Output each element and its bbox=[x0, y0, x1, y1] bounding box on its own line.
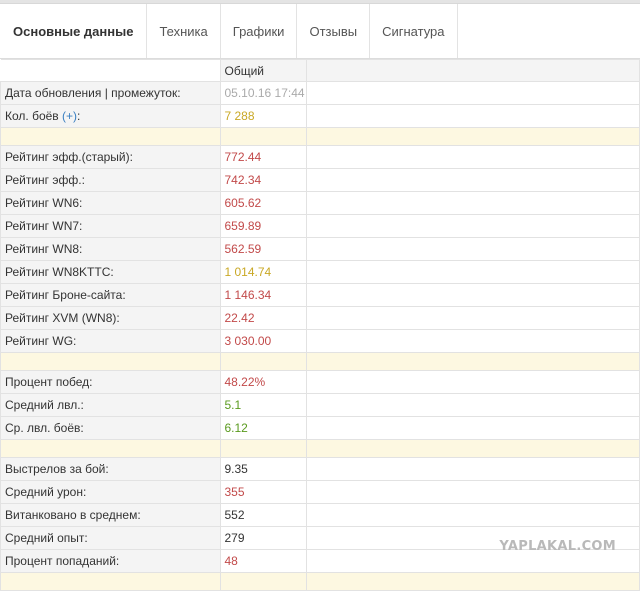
row-value: 48.22% bbox=[219, 370, 307, 394]
row-value: 772.44 bbox=[219, 145, 307, 169]
row-label: Ср. лвл. боёв: bbox=[0, 416, 221, 440]
table-row-battles: Кол. боёв (+): 7 288 bbox=[0, 104, 640, 128]
header-empty-cell bbox=[0, 59, 221, 82]
row-value: 9.35 bbox=[219, 457, 307, 481]
row-label: Дата обновления | промежуток: bbox=[0, 81, 221, 105]
tab-signature[interactable]: Сигнатура bbox=[370, 4, 458, 58]
table-row-eff: Рейтинг эфф.: 742.34 bbox=[0, 168, 640, 192]
table-row-wn6: Рейтинг WN6: 605.62 bbox=[0, 191, 640, 215]
row-label: Рейтинг Броне-сайта: bbox=[0, 283, 221, 307]
row-value: 5.1 bbox=[219, 393, 307, 417]
row-value: 279 bbox=[219, 526, 307, 550]
row-value: 742.34 bbox=[219, 168, 307, 192]
tab-charts[interactable]: Графики bbox=[221, 4, 298, 58]
table-row-update-date: Дата обновления | промежуток: 05.10.16 1… bbox=[0, 81, 640, 105]
tab-bar: Основные данные Техника Графики Отзывы С… bbox=[0, 4, 640, 59]
section-spacer bbox=[0, 352, 640, 371]
table-row-brone: Рейтинг Броне-сайта: 1 146.34 bbox=[0, 283, 640, 307]
row-value: 22.42 bbox=[219, 306, 307, 330]
table-row-win-pct: Процент побед: 48.22% bbox=[0, 370, 640, 394]
row-label: Рейтинг WG: bbox=[0, 329, 221, 353]
header-filler-cell bbox=[305, 59, 640, 82]
tab-bar-spacer bbox=[458, 4, 640, 58]
row-label: Средний опыт: bbox=[0, 526, 221, 550]
row-label: Рейтинг эфф.: bbox=[0, 168, 221, 192]
row-value: 48 bbox=[219, 549, 307, 573]
row-label: Средний лвл.: bbox=[0, 393, 221, 417]
table-row-wn8: Рейтинг WN8: 562.59 bbox=[0, 237, 640, 261]
table-row-avg-battle-lvl: Ср. лвл. боёв: 6.12 bbox=[0, 416, 640, 440]
battles-label: Кол. боёв bbox=[5, 109, 59, 123]
row-label: Рейтинг WN6: bbox=[0, 191, 221, 215]
table-row-wn7: Рейтинг WN7: 659.89 bbox=[0, 214, 640, 238]
site-watermark: YAPLAKAL.COM bbox=[499, 539, 616, 554]
row-label: Выстрелов за бой: bbox=[0, 457, 221, 481]
row-value: 7 288 bbox=[219, 104, 307, 128]
row-label: Рейтинг WN7: bbox=[0, 214, 221, 238]
table-row-avg-lvl: Средний лвл.: 5.1 bbox=[0, 393, 640, 417]
row-value: 6.12 bbox=[219, 416, 307, 440]
row-value: 3 030.00 bbox=[219, 329, 307, 353]
table-row-avg-dmg: Средний урон: 355 bbox=[0, 480, 640, 504]
table-row-shots: Выстрелов за бой: 9.35 bbox=[0, 457, 640, 481]
row-label: Витанковано в среднем: bbox=[0, 503, 221, 527]
row-value: 552 bbox=[219, 503, 307, 527]
battles-plus-link[interactable]: (+) bbox=[62, 109, 77, 123]
section-spacer bbox=[0, 127, 640, 146]
row-label: Рейтинг WN8KTTC: bbox=[0, 260, 221, 284]
row-label: Средний урон: bbox=[0, 480, 221, 504]
row-value: 659.89 bbox=[219, 214, 307, 238]
row-value: 1 146.34 bbox=[219, 283, 307, 307]
row-label: Рейтинг эфф.(старый): bbox=[0, 145, 221, 169]
row-value: 355 bbox=[219, 480, 307, 504]
row-value: 605.62 bbox=[219, 191, 307, 215]
row-label-battles: Кол. боёв (+): bbox=[0, 104, 221, 128]
column-header-total: Общий bbox=[219, 59, 307, 82]
battles-label-suffix: : bbox=[77, 109, 81, 123]
section-spacer bbox=[0, 439, 640, 458]
tab-vehicles[interactable]: Техника bbox=[147, 4, 221, 58]
table-header-row: Общий bbox=[0, 59, 640, 82]
stats-table: Общий Дата обновления | промежуток: 05.1… bbox=[0, 59, 640, 591]
table-row-eff-old: Рейтинг эфф.(старый): 772.44 bbox=[0, 145, 640, 169]
row-label: Рейтинг XVM (WN8): bbox=[0, 306, 221, 330]
table-row-tanked: Витанковано в среднем: 552 bbox=[0, 503, 640, 527]
row-label: Рейтинг WN8: bbox=[0, 237, 221, 261]
table-row-wn8kttc: Рейтинг WN8KTTC: 1 014.74 bbox=[0, 260, 640, 284]
table-row-xvm: Рейтинг XVM (WN8): 22.42 bbox=[0, 306, 640, 330]
row-value: 562.59 bbox=[219, 237, 307, 261]
section-spacer bbox=[0, 572, 640, 591]
row-label: Процент побед: bbox=[0, 370, 221, 394]
row-label: Процент попаданий: bbox=[0, 549, 221, 573]
tab-reviews[interactable]: Отзывы bbox=[297, 4, 371, 58]
table-row-wg: Рейтинг WG: 3 030.00 bbox=[0, 329, 640, 353]
row-value: 05.10.16 17:44 bbox=[219, 81, 307, 105]
row-value: 1 014.74 bbox=[219, 260, 307, 284]
tab-main-data[interactable]: Основные данные bbox=[0, 4, 148, 58]
